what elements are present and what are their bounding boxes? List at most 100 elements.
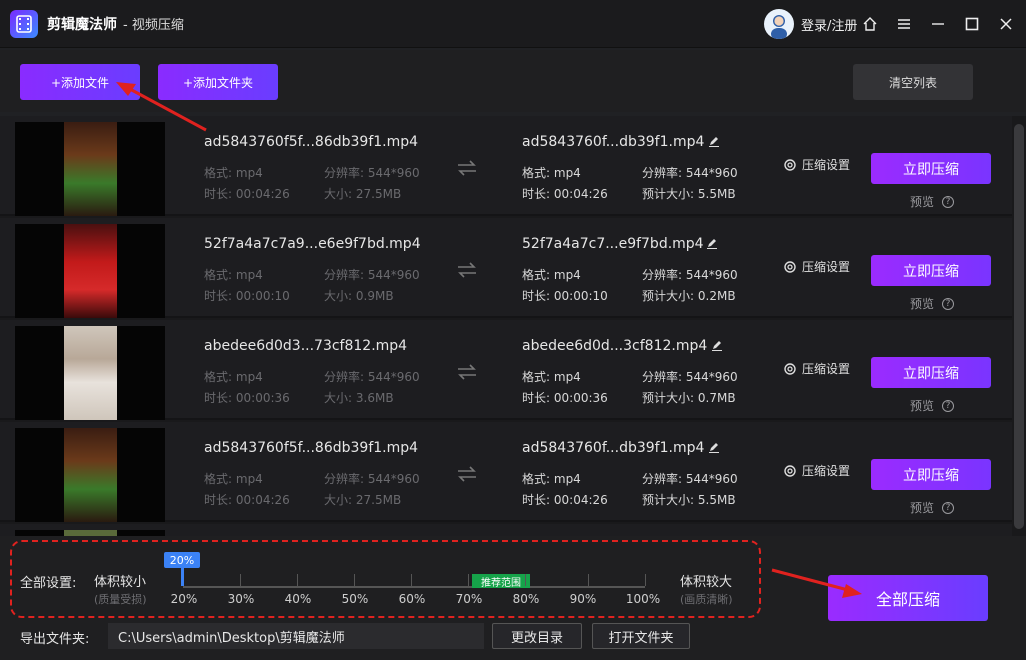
swap-arrows-icon	[458, 466, 476, 482]
source-filename: ad5843760f5f...86db39f1.mp4	[204, 440, 419, 456]
compress-now-button[interactable]: 立即压缩	[871, 357, 991, 388]
title-bar: 剪辑魔法师 - 视频压缩 登录/注册	[0, 0, 1026, 48]
gear-icon	[784, 158, 796, 171]
tick-label: 30%	[227, 592, 255, 606]
list-item: ad5843760f5f...86db39f1.mp4 格式: mp4 分辨率:…	[0, 422, 1012, 522]
source-filename: abedee6d0d3...73cf812.mp4	[204, 338, 408, 354]
file-list: ad5843760f5f...86db39f1.mp4 格式: mp4 分辨率:…	[0, 116, 1026, 536]
tick-label: 100%	[625, 592, 661, 606]
all-settings-label: 全部设置:	[20, 576, 77, 591]
preview-link[interactable]: 预览?	[910, 193, 955, 210]
edit-pencil-icon[interactable]	[711, 339, 723, 351]
larger-label: 体积较大	[680, 575, 733, 590]
home-icon[interactable]	[858, 12, 882, 36]
slider-tick	[240, 574, 241, 586]
menu-icon[interactable]	[892, 12, 916, 36]
clear-list-button[interactable]: 清空列表	[853, 64, 973, 100]
close-icon[interactable]	[994, 12, 1018, 36]
change-directory-button[interactable]: 更改目录	[492, 623, 582, 649]
output-filename: 52f7a4a7c7...e9f7bd.mp4	[522, 236, 704, 252]
app-subtitle: - 视频压缩	[123, 18, 184, 33]
tick-label: 40%	[284, 592, 312, 606]
video-thumbnail	[15, 224, 165, 318]
login-link[interactable]: 登录/注册	[801, 15, 857, 34]
gear-icon	[784, 362, 796, 375]
source-size: 27.5MB	[355, 187, 402, 201]
smaller-note: (质量受损)	[94, 593, 147, 606]
larger-note: (画质清晰)	[680, 593, 733, 606]
tick-label: 70%	[455, 592, 483, 606]
edit-pencil-icon[interactable]	[706, 237, 718, 249]
slider-handle[interactable]	[181, 568, 184, 586]
tick-label: 50%	[341, 592, 369, 606]
export-path-input[interactable]	[108, 623, 484, 649]
compress-settings[interactable]: 压缩设置	[782, 360, 850, 377]
app-title: 剪辑魔法师	[47, 16, 117, 33]
slider-tick	[588, 574, 589, 586]
compress-all-button[interactable]: 全部压缩	[828, 575, 988, 621]
slider-value-badge: 20%	[164, 552, 200, 568]
open-folder-button[interactable]: 打开文件夹	[592, 623, 690, 649]
slider-tick	[354, 574, 355, 586]
recommend-range-badge: 推荐范围	[472, 574, 530, 589]
edit-pencil-icon[interactable]	[708, 441, 720, 453]
estimated-size: 5.5MB	[697, 187, 736, 201]
list-item: ad5843760f5f...86db39f1.mp4 格式: mp4 分辨率:…	[0, 116, 1012, 216]
help-icon: ?	[942, 195, 955, 208]
edit-pencil-icon[interactable]	[708, 135, 720, 147]
slider-tick	[411, 574, 412, 586]
output-format: mp4	[553, 166, 581, 180]
compress-now-button[interactable]: 立即压缩	[871, 459, 991, 490]
tick-label: 90%	[569, 592, 597, 606]
gear-icon	[784, 464, 796, 477]
help-icon: ?	[942, 297, 955, 310]
film-logo-icon	[10, 9, 38, 38]
source-filename: 52f7a4a7c7a9...e6e9f7bd.mp4	[204, 236, 421, 252]
list-scrollbar[interactable]	[1014, 124, 1024, 529]
preview-link[interactable]: 预览?	[910, 295, 955, 312]
avatar[interactable]	[764, 9, 794, 39]
source-format: mp4	[235, 166, 263, 180]
swap-arrows-icon	[458, 262, 476, 278]
list-item: 52f7a4a7c7a9...e6e9f7bd.mp4 格式: mp4 分辨率:…	[0, 218, 1012, 318]
slider-tick	[468, 574, 469, 586]
output-duration: 00:04:26	[553, 187, 608, 201]
video-thumbnail	[15, 122, 165, 216]
compression-slider[interactable]	[183, 586, 645, 588]
maximize-icon[interactable]	[960, 12, 984, 36]
smaller-label: 体积较小	[94, 575, 147, 590]
export-folder-label: 导出文件夹:	[20, 632, 90, 647]
slider-tick	[525, 574, 526, 586]
preview-link[interactable]: 预览?	[910, 499, 955, 516]
preview-link[interactable]: 预览?	[910, 397, 955, 414]
minimize-icon[interactable]	[926, 12, 950, 36]
compress-settings[interactable]: 压缩设置	[782, 258, 850, 275]
slider-tick	[297, 574, 298, 586]
help-icon: ?	[942, 501, 955, 514]
add-folder-button[interactable]: +添加文件夹	[158, 64, 278, 100]
output-filename: abedee6d0d...3cf812.mp4	[522, 338, 708, 354]
tick-label: 20%	[170, 592, 198, 606]
bottom-panel: 全部设置: 体积较小 (质量受损) 20% 推荐范围 20% 30% 40% 5…	[0, 536, 1026, 660]
help-icon: ?	[942, 399, 955, 412]
video-thumbnail	[15, 326, 165, 420]
source-filename: ad5843760f5f...86db39f1.mp4	[204, 134, 419, 150]
list-item: abedee6d0d3...73cf812.mp4 格式: mp4 分辨率: 5…	[0, 320, 1012, 420]
video-thumbnail	[15, 428, 165, 522]
swap-arrows-icon	[458, 364, 476, 380]
compress-now-button[interactable]: 立即压缩	[871, 255, 991, 286]
slider-tick	[645, 574, 646, 586]
output-resolution: 544*960	[685, 166, 738, 180]
swap-arrows-icon	[458, 160, 476, 176]
output-filename: ad5843760f...db39f1.mp4	[522, 440, 705, 456]
compress-settings[interactable]: 压缩设置	[782, 462, 850, 479]
source-resolution: 544*960	[367, 166, 420, 180]
compress-settings[interactable]: 压缩设置	[782, 156, 850, 173]
tick-label: 80%	[512, 592, 540, 606]
tick-label: 60%	[398, 592, 426, 606]
output-filename: ad5843760f...db39f1.mp4	[522, 134, 705, 150]
compress-now-button[interactable]: 立即压缩	[871, 153, 991, 184]
gear-icon	[784, 260, 796, 273]
add-file-button[interactable]: +添加文件	[20, 64, 140, 100]
login-area[interactable]: 登录/注册	[764, 9, 857, 39]
